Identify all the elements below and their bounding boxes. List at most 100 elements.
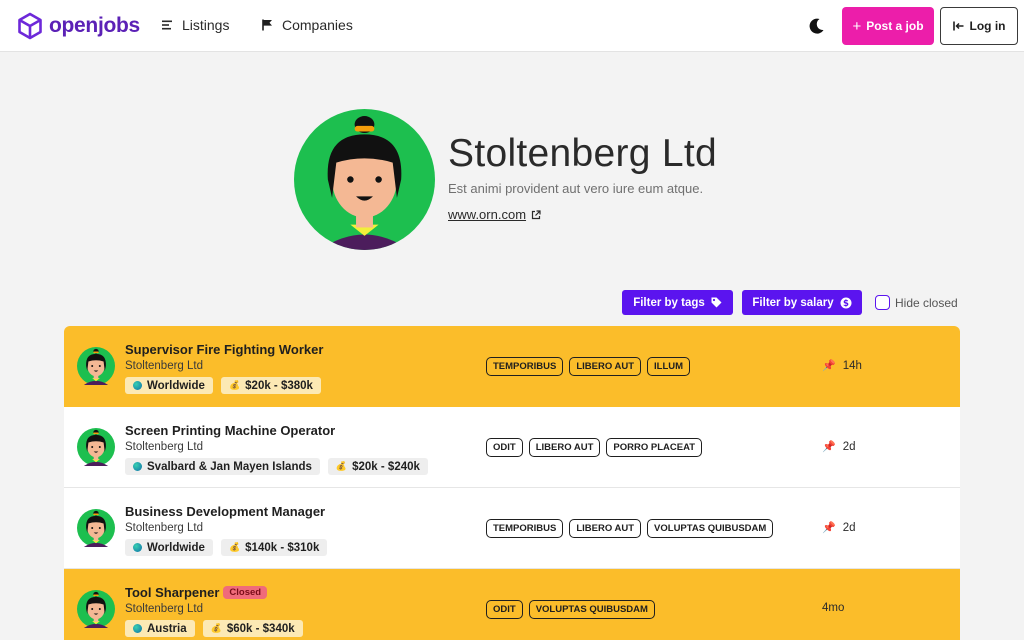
filter-tags-label: Filter by tags [633,296,705,309]
job-age: 📌 2d [822,440,856,454]
cube-icon [18,12,42,40]
job-tags: ODIT LIBERO AUT PORRO PLACEAT [486,438,703,457]
post-job-button[interactable]: + Post a job [842,7,934,45]
filter-salary-label: Filter by salary [752,296,834,309]
hide-closed-toggle[interactable]: Hide closed [875,295,958,310]
location-pill: Svalbard & Jan Mayen Islands [125,458,320,475]
globe-icon [133,543,142,552]
salary-text: $140k - $310k [245,541,320,554]
job-meta: Worldwide 💰 $140k - $310k [125,539,328,556]
location-pill: Austria [125,620,195,637]
globe-icon [133,624,142,633]
salary-pill: 💰 $20k - $240k [327,458,428,475]
nav-companies-label: Companies [282,17,353,33]
tag-icon [711,297,722,308]
moon-icon [809,18,824,34]
job-row[interactable]: Screen Printing Machine Operator Stoltenb… [64,407,960,488]
company-website-link[interactable]: www.orn.com [448,207,541,222]
job-age-text: 2d [842,440,856,453]
money-bag-icon: 💰 [228,542,241,552]
job-company: Stoltenberg Ltd [125,603,204,615]
job-row[interactable]: Business Development Manager Stoltenberg … [64,488,960,569]
job-list: Supervisor Fire Fighting Worker Stoltenbe… [64,326,960,640]
location-pill: Worldwide [125,377,213,394]
job-tag[interactable]: LIBERO AUT [528,438,601,457]
svg-text:$: $ [843,299,849,309]
job-meta: Worldwide 💰 $20k - $380k [125,377,321,394]
company-avatar [294,109,435,250]
post-job-label: Post a job [866,19,924,33]
nav-companies[interactable]: Companies [262,17,353,33]
login-arrow-icon [952,21,963,31]
job-row[interactable]: Supervisor Fire Fighting Worker Stoltenbe… [64,326,960,407]
job-tags: TEMPORIBUS LIBERO AUT ILLUM [486,357,691,376]
log-in-button[interactable]: Log in [940,7,1018,45]
location-text: Svalbard & Jan Mayen Islands [147,460,312,473]
job-age: 📌 2d [822,521,856,535]
job-tag[interactable]: PORRO PLACEAT [606,438,703,457]
job-tag[interactable]: VOLUPTAS QUIBUSDAM [647,519,774,538]
money-bag-icon: 💰 [335,461,348,471]
job-tag[interactable]: ILLUM [647,357,691,376]
dark-mode-toggle[interactable] [806,16,826,41]
location-text: Worldwide [147,379,205,392]
globe-icon [133,381,142,390]
money-bag-icon: 💰 [228,380,241,390]
plus-icon: + [852,17,862,35]
job-title-text: Tool Sharpener [125,585,220,600]
brand-name: openjobs [49,14,140,37]
filter-by-salary-button[interactable]: Filter by salary $ [742,290,862,315]
job-company: Stoltenberg Ltd [125,522,204,534]
pin-icon: 📌 [822,441,836,453]
job-tags: TEMPORIBUS LIBERO AUT VOLUPTAS QUIBUSDAM [486,519,774,538]
job-age-text: 2d [842,521,856,534]
filter-by-tags-button[interactable]: Filter by tags [622,290,733,315]
pin-icon: 📌 [822,360,836,372]
location-text: Austria [147,622,187,635]
job-company-avatar [77,347,115,385]
job-company: Stoltenberg Ltd [125,441,204,453]
job-tag[interactable]: TEMPORIBUS [486,519,564,538]
job-title[interactable]: Supervisor Fire Fighting Worker [125,342,323,357]
external-link-icon [531,209,541,219]
job-tag[interactable]: TEMPORIBUS [486,357,564,376]
job-title-text: Screen Printing Machine Operator [125,423,336,438]
job-company-avatar [77,590,115,628]
salary-pill: 💰 $20k - $380k [220,377,321,394]
job-company-avatar [77,428,115,466]
job-tags: ODIT VOLUPTAS QUIBUSDAM [486,600,655,619]
salary-text: $20k - $380k [245,379,313,392]
list-icon [162,20,172,30]
nav-listings[interactable]: Listings [162,17,229,33]
job-title[interactable]: Screen Printing Machine Operator [125,423,335,438]
location-text: Worldwide [147,541,205,554]
salary-text: $20k - $240k [352,460,420,473]
job-tag[interactable]: ODIT [486,438,523,457]
job-tag[interactable]: LIBERO AUT [569,519,642,538]
job-tag[interactable]: LIBERO AUT [569,357,642,376]
nav-listings-label: Listings [182,17,230,33]
company-website-text: www.orn.com [448,207,527,222]
job-age: 📌 14h [822,359,862,373]
closed-badge: Closed [223,586,268,599]
company-description: Est animi provident aut vero iure eum at… [448,181,704,196]
job-title[interactable]: Business Development Manager [125,504,325,519]
globe-icon [133,462,142,471]
salary-pill: 💰 $60k - $340k [202,620,303,637]
job-row[interactable]: Tool Sharpener Closed Stoltenberg Ltd Austr… [64,569,960,640]
hide-closed-checkbox[interactable] [875,295,890,310]
money-bag-icon: 💰 [210,623,222,633]
job-tag[interactable]: ODIT [486,600,523,619]
job-company-avatar [77,509,115,547]
job-tag[interactable]: VOLUPTAS QUIBUSDAM [528,600,655,619]
brand-logo[interactable]: openjobs [17,12,140,40]
flag-icon [262,19,272,31]
job-title[interactable]: Tool Sharpener Closed [125,585,268,600]
location-pill: Worldwide [125,539,213,556]
job-age-text: 4mo [822,602,845,614]
top-navbar: openjobs Listings Companies + Post a job… [0,0,1024,52]
log-in-label: Log in [969,19,1006,33]
job-company: Stoltenberg Ltd [125,360,204,372]
dollar-coin-icon: $ [840,297,852,309]
job-title-text: Business Development Manager [125,504,326,519]
